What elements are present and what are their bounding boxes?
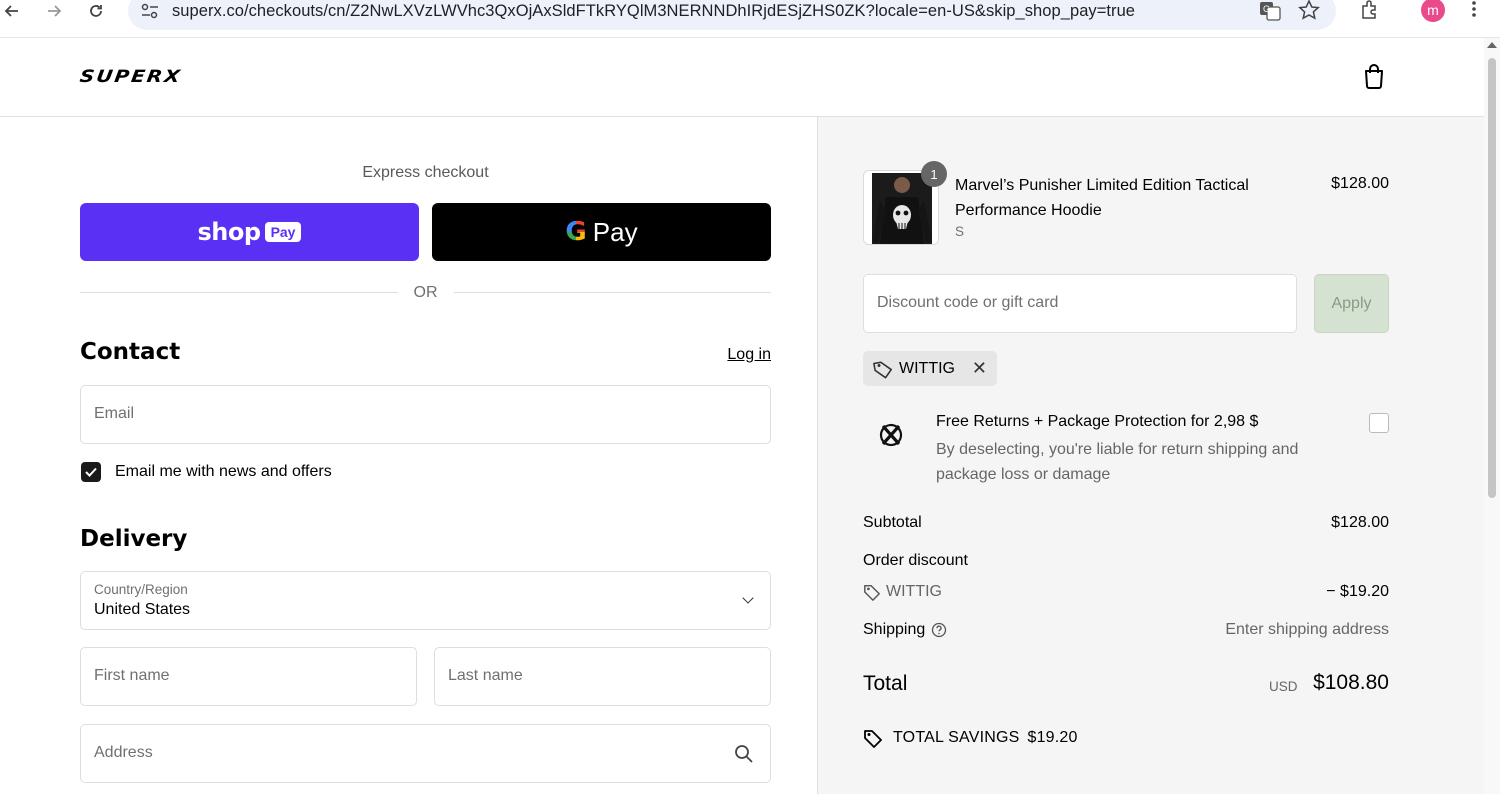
svg-text:G: G — [1263, 4, 1270, 14]
savings-label: TOTAL SAVINGS — [893, 729, 1020, 746]
savings-tag-icon — [864, 730, 882, 748]
arrow-right-icon — [48, 5, 62, 17]
country-select[interactable]: Country/Region United States — [80, 571, 771, 630]
total-currency: USD — [1269, 679, 1298, 694]
google-pay-label: Pay — [592, 216, 638, 247]
shopping-bag-icon[interactable] — [1360, 62, 1388, 90]
reload-icon — [90, 5, 102, 17]
country-value: United States — [94, 601, 191, 618]
remove-discount-icon[interactable]: ✕ — [972, 358, 987, 379]
shipping-label: Shipping — [863, 621, 926, 638]
last-name-field[interactable]: Last name — [434, 647, 771, 706]
subtotal-value: $128.00 — [1331, 514, 1389, 531]
address-bar[interactable]: superx.co/checkouts/cn/Z2NwLXVzLWVhc3QxO… — [128, 0, 1336, 30]
chevron-down-icon — [742, 592, 754, 604]
checkmark-icon — [85, 467, 97, 477]
email-field[interactable]: Email — [80, 385, 771, 444]
google-pay-button[interactable]: G Pay — [432, 203, 771, 261]
shop-pay-badge: Pay — [264, 222, 302, 242]
google-g-icon: G — [565, 217, 587, 247]
protection-title: Free Returns + Package Protection for 2,… — [936, 413, 1259, 430]
newsletter-label[interactable]: Email me with news and offers — [115, 463, 332, 481]
quantity-badge: 1 — [921, 161, 947, 187]
or-divider: OR — [80, 282, 771, 302]
first-name-placeholder: First name — [94, 667, 170, 684]
order-discount-label: Order discount — [863, 552, 968, 569]
site-settings-icon[interactable] — [140, 2, 160, 20]
applied-code-label: WITTIG — [899, 359, 955, 377]
scroll-up-arrow[interactable] — [1487, 42, 1497, 48]
browser-toolbar: superx.co/checkouts/cn/Z2NwLXVzLWVhc3QxO… — [0, 0, 1500, 38]
back-button[interactable] — [0, 0, 24, 22]
forward-button[interactable] — [42, 0, 66, 22]
total-value: $108.80 — [1313, 671, 1389, 694]
protection-description: By deselecting, you're liable for return… — [936, 441, 1299, 483]
shipping-value: Enter shipping address — [1225, 621, 1389, 638]
tag-icon — [873, 360, 893, 378]
total-savings-row: TOTAL SAVINGS $19.20 — [863, 728, 1078, 748]
bookmark-star-icon[interactable] — [1298, 0, 1320, 20]
or-label: OR — [413, 284, 438, 301]
scroll-thumb[interactable] — [1488, 58, 1496, 498]
protection-checkbox[interactable] — [1369, 413, 1389, 433]
discount-value: − $19.20 — [1326, 583, 1389, 600]
extensions-icon[interactable] — [1359, 0, 1381, 20]
apply-discount-button[interactable]: Apply — [1314, 274, 1389, 333]
discount-placeholder: Discount code or gift card — [877, 294, 1059, 311]
express-checkout-label: Express checkout — [362, 164, 489, 181]
applied-discount-chip: WITTIG ✕ — [863, 351, 997, 386]
product-variant: S — [955, 224, 965, 239]
newsletter-checkbox[interactable] — [81, 462, 101, 482]
order-summary: 1 Marvel’s Punisher Limited Edition Tact… — [817, 117, 1484, 794]
profile-avatar[interactable]: m — [1421, 0, 1445, 22]
subtotal-label: Subtotal — [863, 514, 922, 531]
page-scrollbar[interactable] — [1484, 38, 1500, 794]
product-price: $128.00 — [1331, 175, 1389, 192]
country-label: Country/Region — [94, 582, 188, 597]
translate-icon[interactable]: G — [1259, 1, 1281, 21]
product-name: Marvel’s Punisher Limited Edition Tactic… — [955, 177, 1249, 219]
package-protection-icon — [879, 423, 903, 447]
discount-code-row: WITTIG — [863, 583, 942, 601]
tag-icon — [864, 584, 880, 601]
login-link[interactable]: Log in — [700, 346, 771, 364]
shop-header: SUPERX — [0, 38, 1484, 117]
first-name-field[interactable]: First name — [80, 647, 417, 706]
address-field[interactable]: Address — [80, 724, 771, 783]
more-options-icon[interactable] — [1468, 0, 1480, 20]
last-name-placeholder: Last name — [448, 667, 523, 684]
checkout-form: Express checkout shop Pay G Pay OR Conta… — [0, 117, 816, 794]
address-placeholder: Address — [94, 744, 153, 761]
help-circle-icon[interactable] — [931, 622, 947, 638]
reload-button[interactable] — [84, 0, 108, 22]
shop-pay-button[interactable]: shop Pay — [80, 203, 419, 261]
superx-logo[interactable]: SUPERX — [79, 66, 184, 86]
total-label: Total — [863, 672, 908, 695]
delivery-title: Delivery — [80, 526, 188, 552]
shipping-row: Shipping — [863, 621, 947, 639]
contact-title: Contact — [80, 339, 181, 365]
shop-pay-wordmark: shop — [197, 218, 262, 246]
discount-code-field[interactable]: Discount code or gift card — [863, 274, 1297, 333]
search-icon — [735, 745, 753, 763]
discount-code-label: WITTIG — [886, 583, 942, 600]
url-text[interactable]: superx.co/checkouts/cn/Z2NwLXVzLWVhc3QxO… — [172, 2, 1135, 21]
email-placeholder: Email — [94, 405, 135, 422]
arrow-left-icon — [4, 5, 18, 17]
savings-value: $19.20 — [1027, 729, 1078, 746]
